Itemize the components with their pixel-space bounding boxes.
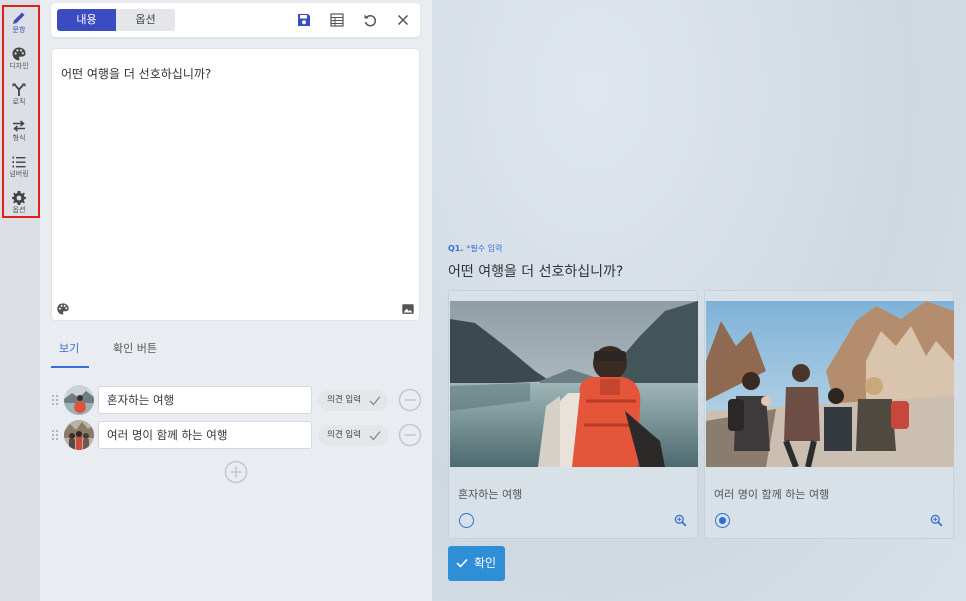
numbered-list-icon: [12, 156, 26, 168]
drag-handle-icon[interactable]: [51, 394, 59, 406]
close-icon[interactable]: [395, 12, 411, 28]
question-text[interactable]: 어떤 여행을 더 선호하십니까?: [61, 65, 211, 82]
image-icon[interactable]: [401, 302, 415, 316]
zoom-in-icon[interactable]: [930, 514, 943, 527]
choice-card[interactable]: 혼자하는 여행: [448, 290, 698, 539]
palette-icon[interactable]: [56, 302, 70, 316]
undo-icon[interactable]: [362, 12, 378, 28]
choice-card[interactable]: 여러 명이 함께 하는 여행: [704, 290, 954, 539]
sidebar-item-options[interactable]: 옵션: [0, 190, 38, 215]
drag-handle-icon[interactable]: [51, 429, 59, 441]
check-icon: [369, 431, 381, 441]
pencil-icon: [13, 12, 25, 24]
required-indicator: *필수 입력: [466, 244, 503, 253]
editor-toolbar: 내용 옵션: [51, 3, 420, 37]
sidebar-item-numbering[interactable]: 넘버링: [0, 154, 38, 179]
confirm-button-label: 확인: [474, 556, 497, 570]
question-meta: Q1. *필수 입력: [448, 243, 502, 254]
check-icon: [369, 396, 381, 406]
comment-input-label: 의견 입력: [327, 430, 361, 440]
sidebar-item-label: 옵션: [12, 206, 26, 214]
option-thumbnail: [64, 385, 94, 415]
check-icon: [456, 558, 468, 568]
choice-radio[interactable]: [715, 513, 730, 528]
table-icon[interactable]: [329, 12, 345, 28]
zoom-in-icon[interactable]: [674, 514, 687, 527]
palette-icon: [12, 47, 26, 61]
option-label-input[interactable]: 여러 명이 함께 하는 여행: [98, 421, 312, 449]
comment-input-toggle[interactable]: 의견 입력: [318, 425, 388, 446]
sidebar-item-label: 디자인: [9, 62, 29, 70]
save-icon[interactable]: [296, 12, 312, 28]
comment-input-label: 의견 입력: [327, 395, 361, 405]
choice-image-solo-travel: [450, 301, 698, 467]
comment-input-toggle[interactable]: 의견 입력: [318, 390, 388, 411]
sidebar-item-label: 로직: [12, 98, 26, 106]
toolbar-highlight-box: [2, 5, 40, 218]
remove-option-icon[interactable]: [398, 388, 422, 412]
choice-label: 여러 명이 함께 하는 여행: [714, 488, 830, 501]
question-number: Q1.: [448, 244, 464, 253]
tab-content[interactable]: 내용: [57, 9, 116, 31]
sidebar-item-logic[interactable]: 로직: [0, 82, 38, 107]
sidebar-item-question[interactable]: 문항: [0, 10, 38, 35]
add-option-icon[interactable]: [224, 460, 248, 484]
gear-icon: [12, 191, 26, 205]
swap-arrows-icon: [13, 120, 25, 132]
remove-option-icon[interactable]: [398, 423, 422, 447]
option-thumbnail: [64, 420, 94, 450]
tab-confirm-button[interactable]: 확인 버튼: [113, 340, 157, 356]
sidebar-item-label: 문항: [12, 26, 26, 34]
sidebar-item-design[interactable]: 디자인: [0, 46, 38, 71]
sidebar-item-label: 넘버링: [9, 170, 29, 178]
editor-panel: 내용 옵션 어떤 여행을 더 선호하십니까? 보기 확인 버튼 혼자하는 여행 …: [40, 0, 432, 601]
logic-fork-icon: [12, 83, 26, 96]
left-toolbar: 문항 디자인 로직 형식 넘버링 옵션: [0, 0, 40, 601]
choice-image-group-travel: [706, 301, 954, 467]
option-label-input[interactable]: 혼자하는 여행: [98, 386, 312, 414]
sidebar-item-format[interactable]: 형식: [0, 118, 38, 143]
tab-view[interactable]: 보기: [51, 340, 89, 368]
preview-question-title: 어떤 여행을 더 선호하십니까?: [448, 264, 624, 280]
question-editor[interactable]: 어떤 여행을 더 선호하십니까?: [51, 48, 420, 321]
choice-radio[interactable]: [459, 513, 474, 528]
sidebar-item-label: 형식: [12, 134, 26, 142]
choice-label: 혼자하는 여행: [458, 488, 523, 501]
tab-option[interactable]: 옵션: [116, 9, 175, 31]
confirm-button[interactable]: 확인: [448, 546, 505, 581]
survey-preview: Q1. *필수 입력 어떤 여행을 더 선호하십니까? 혼자하는 여행 여러 명…: [432, 0, 966, 601]
